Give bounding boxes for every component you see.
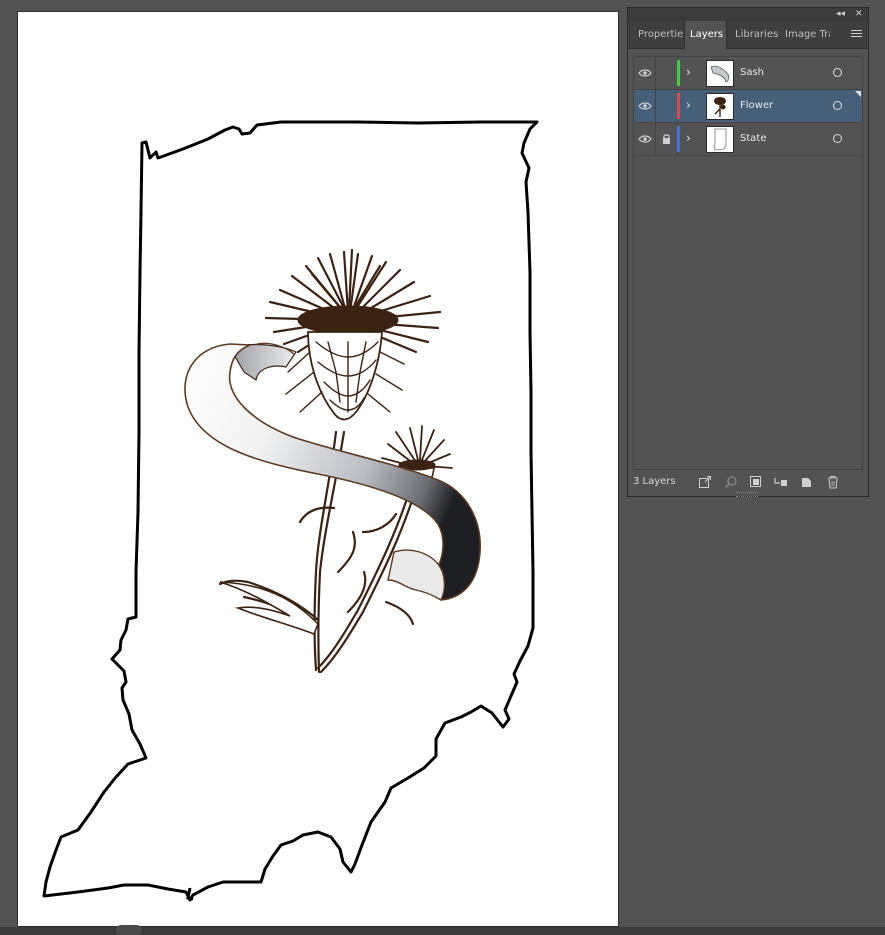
layer-row-state[interactable]: › State <box>634 123 862 156</box>
artboard[interactable] <box>18 12 618 926</box>
tab-libraries[interactable]: Libraries <box>730 21 780 48</box>
artwork-canvas[interactable] <box>18 12 618 926</box>
lock-toggle[interactable] <box>655 57 678 89</box>
tab-properties[interactable]: Propertie <box>633 21 685 48</box>
hamburger-menu-icon[interactable] <box>851 30 862 39</box>
lock-toggle[interactable] <box>655 123 678 155</box>
search-icon[interactable] <box>724 475 738 489</box>
clip-mask-icon[interactable] <box>749 475 763 489</box>
lock-toggle[interactable] <box>655 90 678 122</box>
eye-icon[interactable] <box>638 67 652 79</box>
sash-tail[interactable] <box>387 549 446 601</box>
double-chevron-left-icon[interactable]: ◂◂ <box>836 8 845 21</box>
layer-row-flower[interactable]: › Flower <box>634 90 862 123</box>
eye-icon[interactable] <box>638 100 652 112</box>
layer-color-indicator <box>677 93 680 119</box>
layer-color-indicator <box>677 126 680 152</box>
layer-row-sash[interactable]: › Sash <box>634 57 862 90</box>
layer-color-indicator <box>677 60 680 86</box>
layer-thumbnail <box>706 93 734 120</box>
scrollbar-horizontal[interactable] <box>0 925 885 935</box>
panel-footer: 3 Layers <box>628 473 868 493</box>
lock-icon[interactable] <box>661 133 672 145</box>
close-icon[interactable]: ✕ <box>855 8 863 21</box>
target-circle-icon[interactable] <box>833 134 842 143</box>
chevron-right-icon[interactable]: › <box>686 65 691 79</box>
chevron-right-icon[interactable]: › <box>686 98 691 112</box>
panel-resize-grip[interactable] <box>736 492 758 497</box>
panel-tabs: Propertie Layers Libraries Image Tra <box>628 21 868 49</box>
panel-title-bar: ◂◂ ✕ <box>628 8 868 21</box>
layer-name[interactable]: State <box>740 133 766 144</box>
layer-thumbnail <box>706 60 734 87</box>
eye-icon[interactable] <box>638 133 652 145</box>
sublayer-icon[interactable] <box>774 475 788 489</box>
layers-panel: ◂◂ ✕ Propertie Layers Libraries Image Tr… <box>627 7 869 497</box>
target-circle-icon[interactable] <box>833 101 842 110</box>
selection-indicator <box>855 91 861 97</box>
chevron-right-icon[interactable]: › <box>686 131 691 145</box>
export-icon[interactable] <box>698 475 712 489</box>
layer-name[interactable]: Sash <box>740 67 764 78</box>
layer-list: › Sash › Flower › State <box>633 56 863 470</box>
thistle-flower-main[interactable] <box>264 248 442 421</box>
trash-icon[interactable] <box>826 475 840 489</box>
layer-thumbnail <box>706 126 734 153</box>
scrollbar-thumb[interactable] <box>116 925 142 935</box>
tab-image-trace[interactable]: Image Tra <box>780 21 830 48</box>
tab-layers[interactable]: Layers <box>684 21 727 49</box>
layer-count: 3 Layers <box>633 476 676 487</box>
layer-name[interactable]: Flower <box>740 100 773 111</box>
target-circle-icon[interactable] <box>833 68 842 77</box>
new-layer-icon[interactable] <box>800 475 814 489</box>
